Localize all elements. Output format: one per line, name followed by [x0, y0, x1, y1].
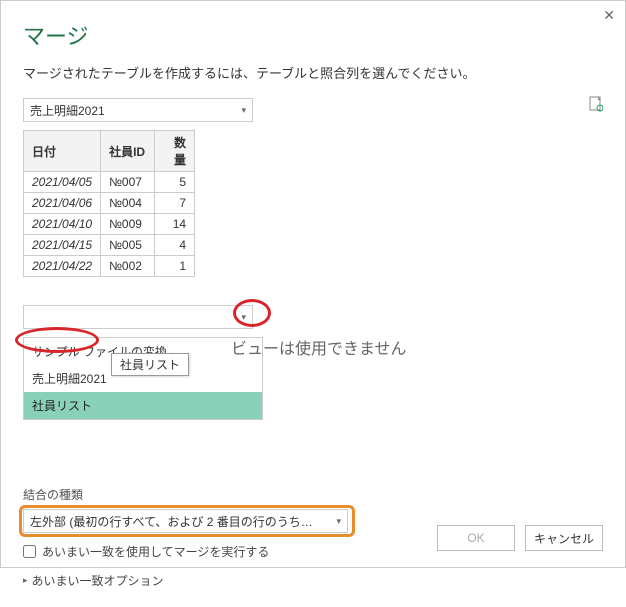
close-button[interactable]: ✕ — [603, 7, 615, 24]
dialog-content: マージ マージされたテーブルを作成するには、テーブルと照合列を選んでください。 … — [1, 1, 625, 607]
dialog-buttons: OK キャンセル — [437, 525, 603, 551]
chevron-down-icon: ▾ — [241, 312, 246, 323]
merge-dialog: ✕ マージ マージされたテーブルを作成するには、テーブルと照合列を選んでください… — [0, 0, 626, 568]
preview-table: 日付 社員ID 数量 2021/04/05№0075 2021/04/06№00… — [23, 130, 195, 277]
second-table-dropdown-list: サンプル ファイルの変換 売上明細2021 社員リスト — [23, 337, 263, 420]
fuzzy-match-label: あいまい一致を使用してマージを実行する — [42, 543, 269, 560]
join-type-selected: 左外部 (最初の行すべて、および 2 番目の行のうち… — [30, 513, 336, 530]
col-header[interactable]: 社員ID — [101, 131, 155, 172]
chevron-down-icon: ▾ — [336, 516, 341, 527]
chevron-down-icon: ▾ — [241, 105, 246, 116]
col-header[interactable]: 日付 — [24, 131, 101, 172]
list-item[interactable]: 社員リスト — [24, 392, 262, 419]
tooltip: 社員リスト — [111, 353, 189, 376]
join-type-dropdown[interactable]: 左外部 (最初の行すべて、および 2 番目の行のうち… ▾ — [23, 509, 348, 533]
col-header[interactable]: 数量 — [155, 131, 195, 172]
first-table-dropdown[interactable]: 売上明細2021 ▾ — [23, 98, 253, 122]
table-row[interactable]: 2021/04/15№0054 — [24, 235, 195, 256]
fuzzy-options-label: あいまい一致オプション — [32, 572, 164, 589]
join-type-label: 結合の種類 — [23, 486, 603, 503]
table-row[interactable]: 2021/04/06№0047 — [24, 193, 195, 214]
cancel-button[interactable]: キャンセル — [525, 525, 603, 551]
triangle-right-icon: ▸ — [23, 575, 28, 586]
ok-button[interactable]: OK — [437, 525, 515, 551]
dialog-title: マージ — [23, 19, 603, 51]
join-dropdown-wrap: 左外部 (最初の行すべて、および 2 番目の行のうち… ▾ — [23, 509, 353, 533]
dialog-subtitle: マージされたテーブルを作成するには、テーブルと照合列を選んでください。 — [23, 63, 603, 82]
table-row[interactable]: 2021/04/22№0021 — [24, 256, 195, 277]
first-table-selected: 売上明細2021 — [30, 102, 241, 119]
table-row[interactable]: 2021/04/05№0075 — [24, 172, 195, 193]
fuzzy-options-expander[interactable]: ▸ あいまい一致オプション — [23, 572, 603, 589]
second-table-dropdown-wrap: ▾ — [23, 305, 253, 329]
preview-unavailable-text: ビューは使用できません — [231, 335, 407, 359]
table-row[interactable]: 2021/04/10№00914 — [24, 214, 195, 235]
table-options-icon[interactable] — [589, 96, 603, 112]
second-table-dropdown[interactable]: ▾ — [23, 305, 253, 329]
fuzzy-match-checkbox[interactable] — [23, 545, 36, 558]
